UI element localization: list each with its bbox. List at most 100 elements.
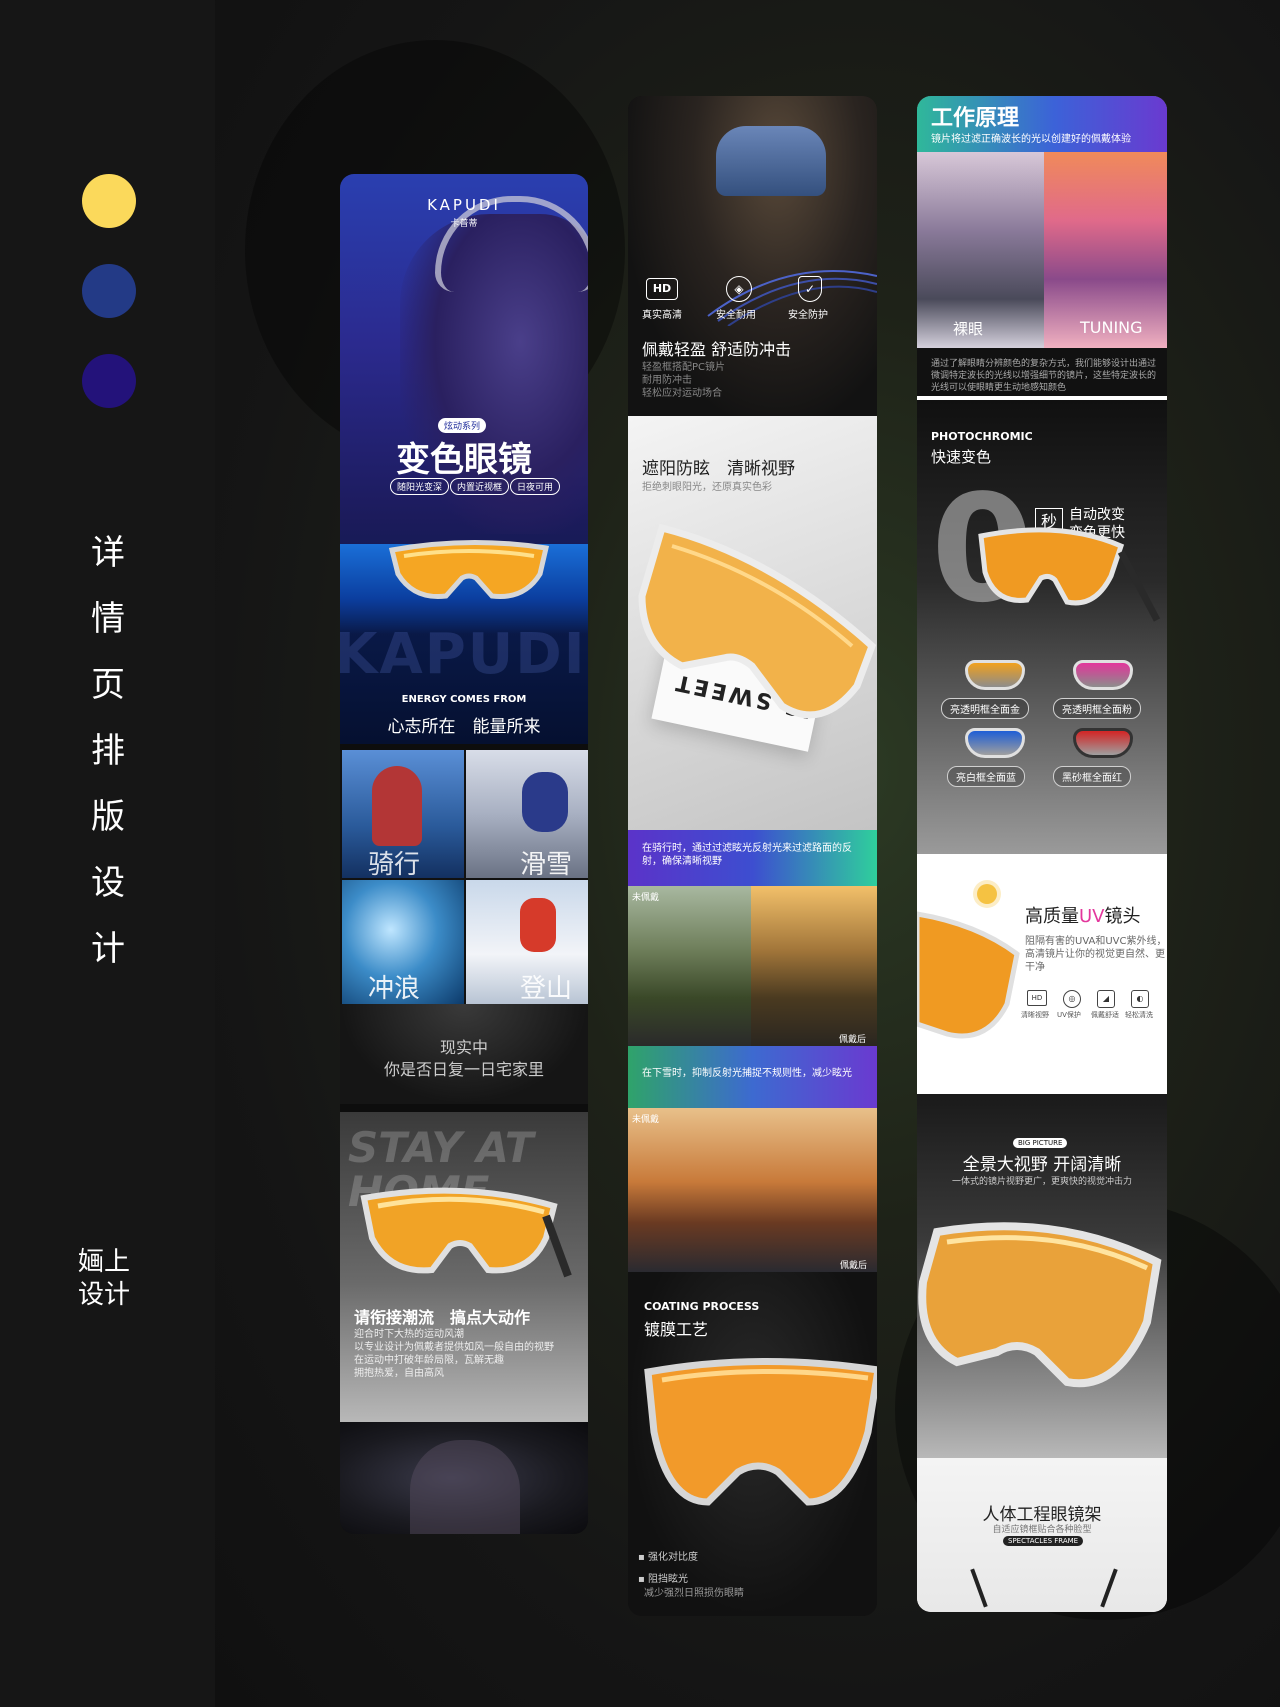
feature-desc: 轻盈框搭配PC镜片 [642,362,726,373]
athlete-photo [340,1422,588,1534]
principle-desc: 通过了解眼睛分辨颜色的复杂方式，我们能够设计出通过微调特定波长的光线以增强细节的… [931,359,1157,393]
uv-icon-hd: HD [1027,990,1047,1006]
riding-photo-before: 未佩戴 [628,886,751,1046]
before-label: 未佩戴 [632,893,660,903]
energy-cn: 心志所在 能量所来 [387,717,541,737]
brand-name-cn: 卡普蒂 [450,219,478,229]
brand-logo: KAPUDI [427,196,501,214]
athlete-top [716,126,826,196]
color-dot-yellow [82,174,136,228]
coating-section: COATING PROCESS 镀膜工艺 ▪ 强化对比度 ▪ 阻挡眩光 减少强烈… [628,1272,877,1616]
ergonomic-section: 人体工程眼镜架 自适应镜框贴合各种脸型 SPECTACLES FRAME [917,1458,1167,1612]
after-label: 佩戴后 [840,1261,868,1271]
snow-photo: 未佩戴 佩戴后 [628,1108,877,1272]
ergo-subtitle: 自适应镜框贴合各种脸型 [992,1525,1092,1535]
icon-label: 真实高清 [642,310,682,321]
before-label: 未佩戴 [632,1115,660,1125]
stay-home-section: STAY AT HOME 请衔接潮流 搞点大动作 迎合时下大热的运动风潮 以专业… [340,1112,588,1422]
title-char: 计 [91,929,125,969]
principle-section: 工作原理 镜片将过滤正确波长的光以创建好的佩戴体验 裸眼 TUNING 通过了解… [917,96,1167,396]
brand-watermark: KAPUDI [340,622,587,687]
riding-banner: 在骑行时，通过过滤眩光反射光来过滤路面的反射，确保清晰视野 [628,830,877,886]
variant-label: 亮透明框全面金 [941,698,1029,719]
feature-desc: 轻松应对运动场合 [642,388,722,399]
hero-section: KAPUDI 卡普蒂 炫动系列 变色眼镜 随阳光变深 内置近视框 日夜可用 KA… [340,174,588,744]
uv-desc: 干净 [1025,962,1045,973]
uv-highlight: UV [1079,906,1105,927]
naked-eye-photo: 裸眼 [917,152,1044,348]
climber-figure [520,898,556,952]
street-desc: 迎合时下大热的运动风潮 [354,1329,464,1340]
uv-title-b: 镜头 [1104,906,1141,927]
series-tag: 炫动系列 [438,418,487,433]
principle-header: 工作原理 镜片将过滤正确波长的光以创建好的佩戴体验 [917,96,1167,152]
detail-column-3: 工作原理 镜片将过滤正确波长的光以创建好的佩戴体验 裸眼 TUNING 通过了解… [917,96,1167,1612]
sport-label: 滑雪 [520,850,573,880]
panorama-subtitle: 一体式的镜片视野更广，更爽快的视觉冲击力 [951,1177,1132,1187]
riding-photo-after: 佩戴后 [751,886,877,1046]
tuning-label: TUNING [1080,318,1143,337]
sidebar: 详 情 页 排 版 设 计 婳上 设计 [0,0,215,1707]
hd-icon: HD [646,278,678,300]
sunglasses-image [638,523,877,719]
variant-swatch [965,728,1025,758]
street-title: 请衔接潮流 搞点大动作 [354,1308,531,1327]
bullet-desc: 减少强烈日照损伤眼睛 [644,1588,744,1599]
sunglasses-image [644,1358,877,1506]
icon-label: 安全耐用 [716,310,756,321]
feature-chip: 日夜可用 [510,478,561,495]
street-desc: 以专业设计为佩戴者提供如风一般自由的视野 [354,1342,554,1353]
street-desc: 拥抱热爱，自由高风 [354,1368,444,1379]
snow-banner: 在下雪时，抑制反射光捕捉不规则性，减少眩光 [628,1046,877,1108]
variant-swatch [965,660,1025,690]
uv-icon-label: 清晰视野 [1021,1011,1049,1019]
title-char: 版 [91,797,125,837]
tuning-photo: TUNING [1044,152,1167,348]
coating-en: COATING PROCESS [644,1300,760,1313]
uv-icon-comfort: ◢ [1097,990,1115,1008]
temple-arm-right [1100,1568,1118,1608]
street-desc: 在运动中打破年龄局限，瓦解无趣 [354,1355,504,1366]
feature-chip: 内置近视框 [450,478,510,495]
check-shield-icon: ✓ [798,276,822,302]
panorama-section: BIG PICTURE 全景大视野 开阔清晰 一体式的镜片视野更广，更爽快的视觉… [917,1094,1167,1458]
uv-title-a: 高质量 [1025,906,1079,927]
sunglasses-image [918,1222,1162,1388]
sport-label: 骑行 [368,850,421,880]
title-char: 详 [91,533,125,573]
uv-icon-label: 佩戴舒适 [1091,1011,1119,1019]
reality-section: 现实中 你是否日复一日宅家里 [340,1004,588,1104]
sports-grid: 骑行 滑雪 冲浪 登山 [340,750,588,1004]
reality-line-2: 你是否日复一日宅家里 [383,1060,544,1079]
ergo-tag: SPECTACLES FRAME [1003,1536,1084,1546]
icon-label: 安全防护 [788,310,828,321]
sun-title: 遮阳防眩 清晰视野 [642,459,795,479]
variant-swatch [1073,728,1133,758]
uv-title: 高质量UV镜头 [1025,902,1141,928]
cyclist-figure [372,766,422,846]
temple-arm-left [970,1568,988,1608]
bullet-1: ▪ 强化对比度 [638,1552,698,1563]
detail-column-1: KAPUDI 卡普蒂 炫动系列 变色眼镜 随阳光变深 内置近视框 日夜可用 KA… [340,174,588,1534]
snow-section: 在下雪时，抑制反射光捕捉不规则性，减少眩光 未佩戴 佩戴后 [628,1046,877,1272]
sport-tile-surfing: 冲浪 [342,880,464,1004]
sun-icon [977,884,997,904]
uv-section: 高质量UV镜头 阻隔有害的UVA和UVC紫外线， 高清镜片让你的视觉更自然、更 … [917,854,1167,1094]
color-dot-blue [82,264,136,318]
sport-tile-skiing: 滑雪 [466,750,588,880]
title-char: 页 [91,665,125,705]
vertical-title: 详 情 页 排 版 设 计 [88,520,128,982]
credit-line: 婳上 [78,1247,131,1277]
uv-icon-label: UV保护 [1057,1011,1081,1019]
coating-cn: 镀膜工艺 [644,1320,709,1339]
panorama-title: 全景大视野 开阔清晰 [962,1155,1122,1175]
sport-label: 登山 [520,974,573,1004]
variant-label: 亮白框全面蓝 [947,766,1025,787]
photochromic-en: PHOTOCHROMIC [931,430,1033,443]
sunglasses-image [978,527,1161,622]
principle-title: 工作原理 [931,106,1020,131]
athlete-hero: HD ◈ ✓ 真实高清 安全耐用 安全防护 佩戴轻盈 舒适防冲击 轻盈框搭配PC… [628,96,877,416]
sunglasses-image [388,539,550,600]
sport-tile-climbing: 登山 [466,880,588,1004]
energy-en: ENERGY COMES FROM [401,694,527,705]
